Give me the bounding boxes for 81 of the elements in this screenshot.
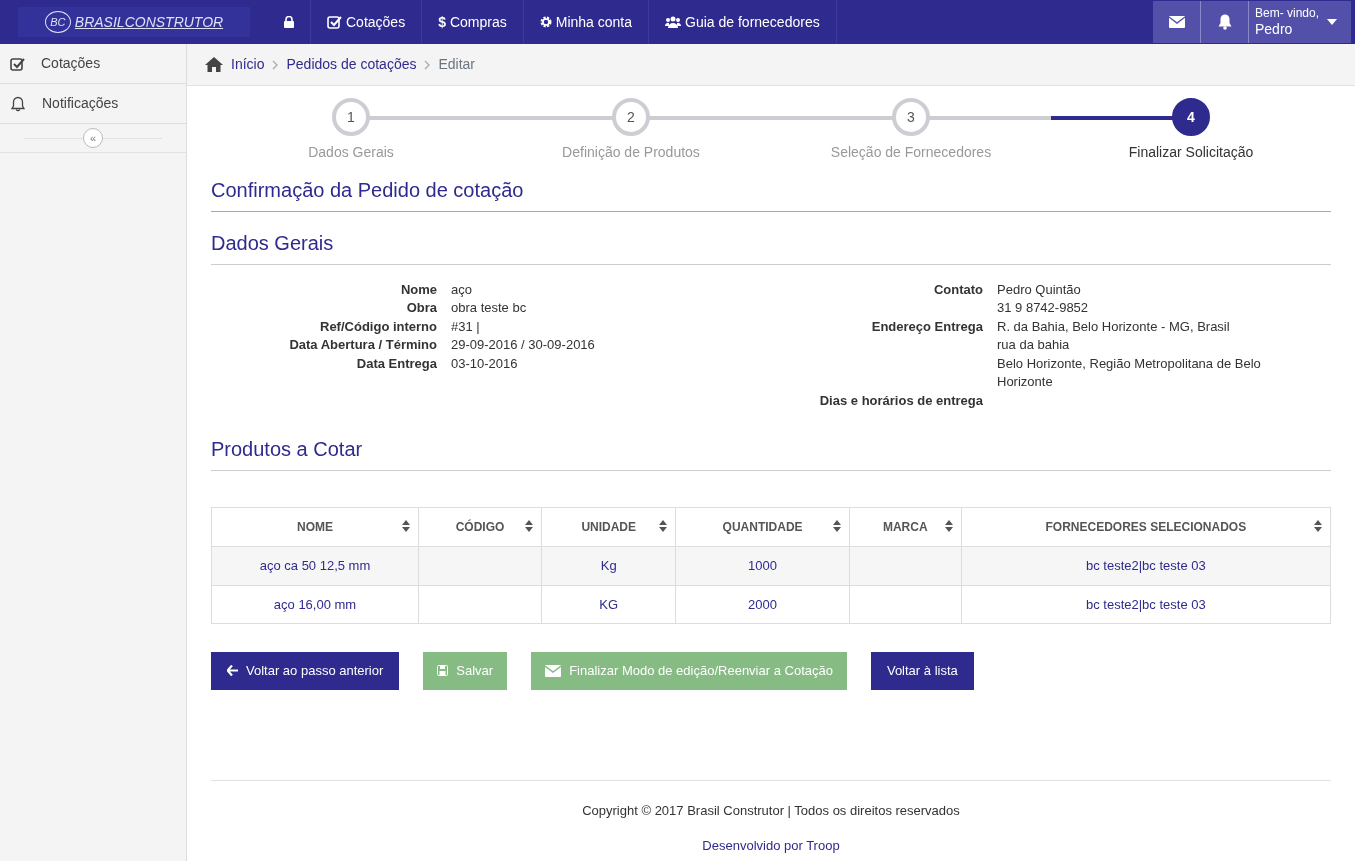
checkbox-icon <box>10 56 25 71</box>
bell-icon <box>1217 14 1232 30</box>
step-label: Dados Gerais <box>308 143 394 162</box>
table-cell: 1000 <box>675 546 850 586</box>
copyright-text: Copyright © 2017 Brasil Construtor | Todos os direitos reservados <box>581 801 961 820</box>
table-cell: bc teste2|bc teste 03 <box>961 546 1331 586</box>
caret-icon <box>1327 19 1338 25</box>
column-header[interactable]: QUANTIDADE <box>675 507 850 547</box>
field-value: 31 9 8742-9852 <box>997 299 1090 318</box>
page-title: Confirmação da Pedido de cotação <box>211 175 1331 212</box>
field-label: Data Entrega <box>355 354 438 373</box>
field-value: 29-09-2016 / 30-09-2016 <box>451 336 596 355</box>
section-title: Produtos a Cotar <box>211 434 1331 472</box>
step-circle[interactable]: 1 <box>332 98 370 136</box>
mail-button[interactable] <box>1153 1 1201 43</box>
step-label: Seleção de Fornecedores <box>830 143 992 162</box>
chevron-icon <box>424 59 431 70</box>
user-name: Pedro <box>1255 20 1294 38</box>
sort-icon <box>1314 520 1322 533</box>
developer-link[interactable]: Desenvolvido por Troop <box>702 836 840 856</box>
collapse-button[interactable]: « <box>83 128 103 148</box>
arrow-left-icon <box>227 665 238 677</box>
sort-icon <box>832 520 841 533</box>
users-icon <box>665 16 682 28</box>
user-menu[interactable]: Bem- vindo, Pedro <box>1249 1 1351 43</box>
step-circle[interactable]: 2 <box>612 98 650 136</box>
column-header[interactable]: UNIDADE <box>541 507 676 547</box>
field-label: Nome <box>399 281 438 299</box>
table-cell: 2000 <box>675 585 850 624</box>
dollar-icon: $ <box>438 11 446 33</box>
step-circle[interactable]: 3 <box>892 98 930 136</box>
column-header[interactable]: CÓDIGO <box>418 507 542 547</box>
breadcrumb-link[interactable]: Pedidos de cotações <box>286 54 417 75</box>
column-header[interactable]: NOME <box>211 507 419 547</box>
field-value: rua da bahia <box>997 336 1071 355</box>
field-value: Belo Horizonte, Região Metropolitana de Belo Horizonte <box>997 354 1262 392</box>
field-value: R. da Bahia, Belo Horizonte - MG, Brasil <box>997 317 1231 336</box>
field-label: Endereço Entrega <box>870 317 984 336</box>
column-header[interactable]: MARCA <box>849 507 962 547</box>
field-label: Obra <box>405 299 438 318</box>
greeting-text: Bem- vindo, <box>1255 6 1320 21</box>
field-label: Contato <box>932 281 984 299</box>
sort-icon <box>944 520 953 533</box>
sort-icon <box>402 520 410 533</box>
column-header[interactable]: FORNECEDORES SELECIONADOS <box>961 507 1331 547</box>
field-value: Pedro Quintão <box>997 281 1082 299</box>
back-to-list-button[interactable]: Voltar à lista <box>870 652 974 690</box>
back-button[interactable]: Voltar ao passo anterior <box>211 652 400 690</box>
envelope-icon <box>1168 16 1185 28</box>
step-label: Definição de Produtos <box>562 143 700 162</box>
breadcrumb-link[interactable]: Início <box>231 54 265 75</box>
field-value: obra teste bc <box>451 299 528 318</box>
breadcrumb-current: Editar <box>438 55 476 74</box>
field-value: #31 | <box>451 317 481 336</box>
gear-icon <box>539 16 552 28</box>
sidebar-item[interactable]: Cotações <box>0 44 186 84</box>
lock-icon <box>284 16 294 28</box>
field-label: Data Abertura / Término <box>288 336 438 355</box>
section-title: Dados Gerais <box>211 228 1331 265</box>
envelope-icon <box>545 664 562 677</box>
brand-name: BRASILCONSTRUTOR <box>74 12 224 32</box>
table-cell: aço ca 50 12,5 mm <box>211 546 419 586</box>
step-circle[interactable]: 4 <box>1172 98 1210 136</box>
sidebar-item[interactable]: Notificações <box>0 84 186 124</box>
checkbox-icon <box>327 15 342 29</box>
table-cell: aço 16,00 mm <box>211 585 419 624</box>
notifications-button[interactable] <box>1201 1 1249 43</box>
field-value: aço <box>451 281 473 299</box>
sort-icon <box>525 520 534 533</box>
field-value: 03-10-2016 <box>451 354 519 373</box>
step-label: Finalizar Solicitação <box>1128 143 1254 162</box>
chevron-icon <box>272 59 279 70</box>
bell-icon <box>10 95 26 112</box>
field-label: Dias e horários de entrega <box>818 391 984 410</box>
table-cell: KG <box>541 585 676 624</box>
table-cell: Kg <box>541 546 676 586</box>
brand-logo[interactable]: BC BRASILCONSTRUTOR <box>18 7 250 37</box>
home-icon <box>205 57 223 72</box>
sort-icon <box>659 520 668 533</box>
table-cell: bc teste2|bc teste 03 <box>961 585 1331 624</box>
field-label: Ref/Código interno <box>319 317 438 336</box>
